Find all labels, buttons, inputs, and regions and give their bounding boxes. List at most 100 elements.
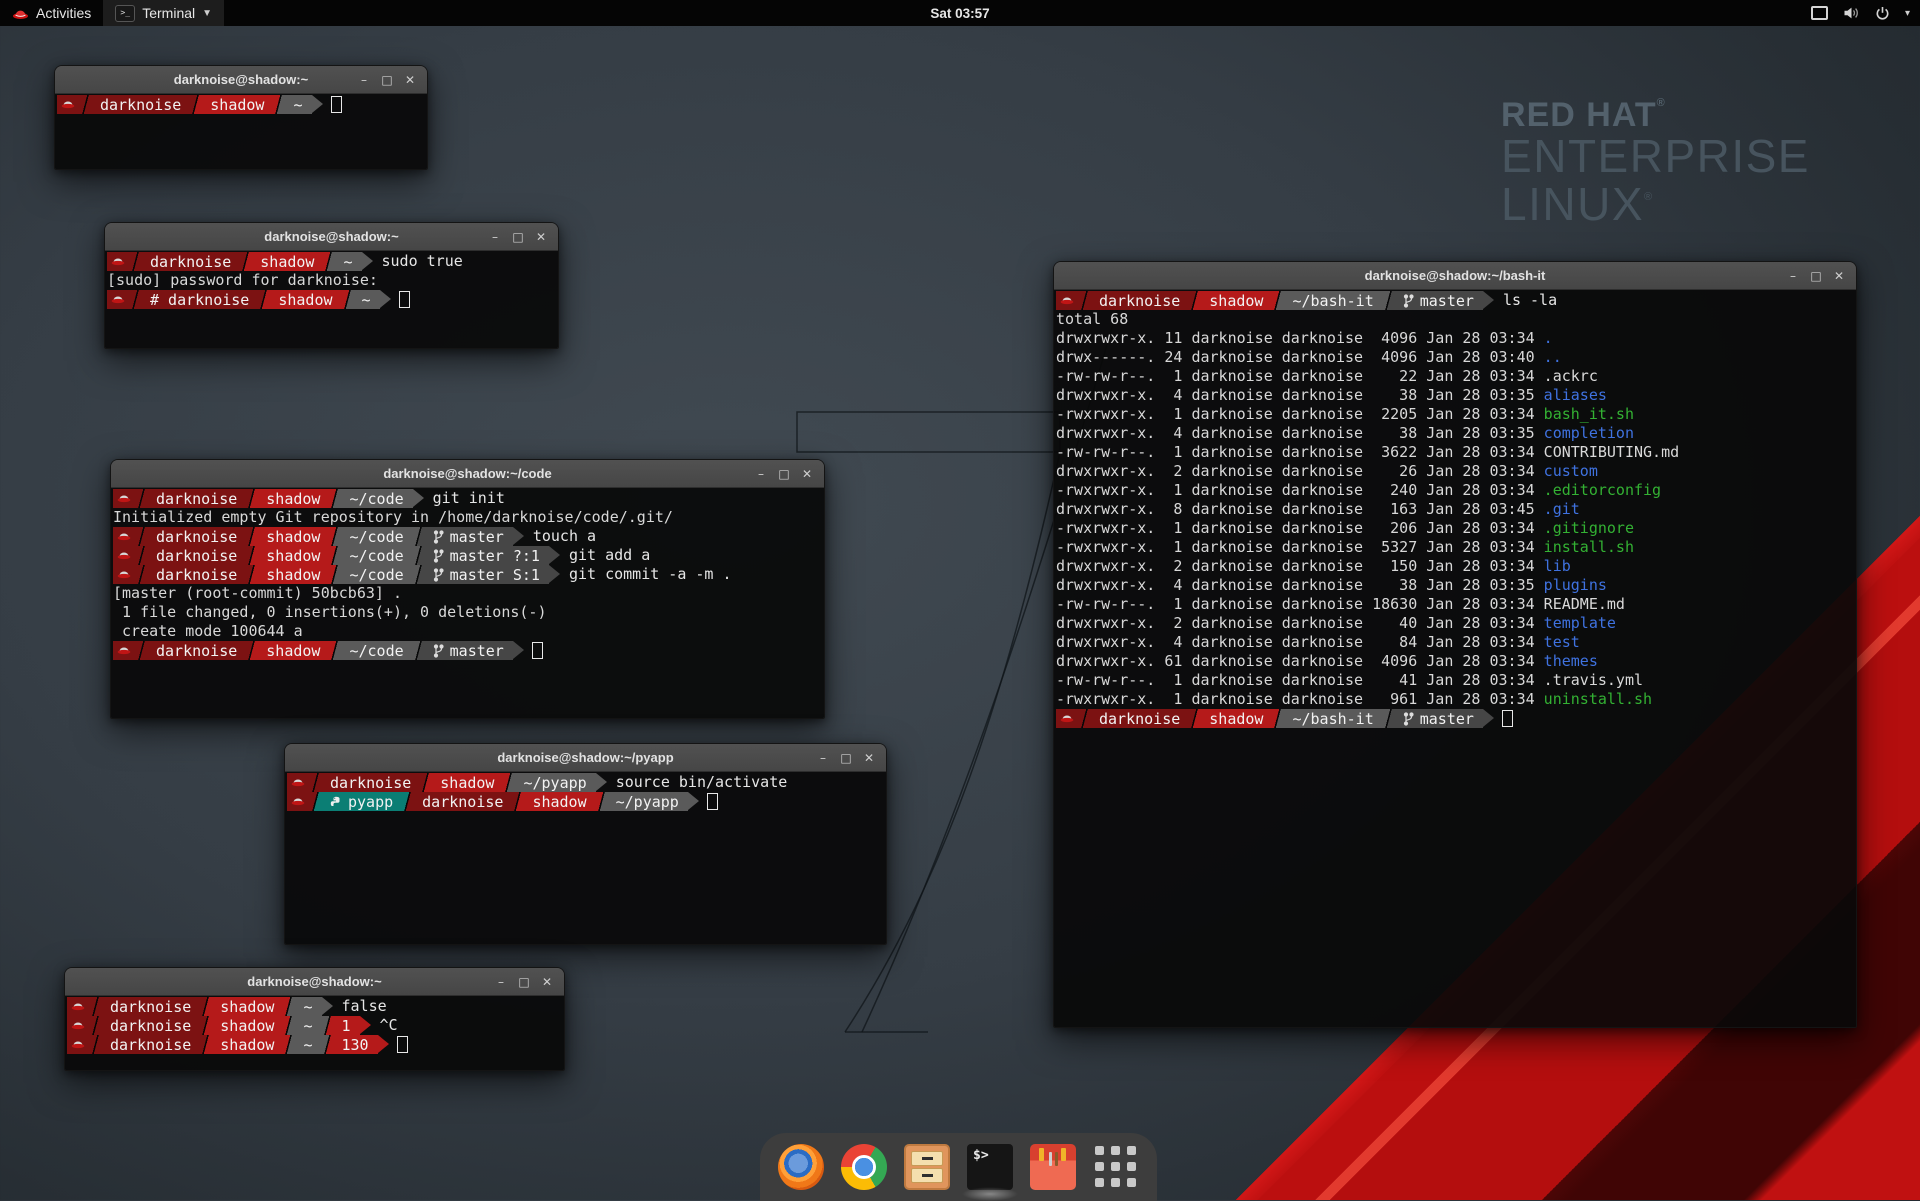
minimize-button[interactable]: – bbox=[1785, 269, 1801, 283]
close-button[interactable]: ✕ bbox=[539, 975, 555, 989]
maximize-button[interactable]: □ bbox=[1808, 269, 1824, 283]
git-branch-icon bbox=[1403, 712, 1414, 726]
prompt-arrow bbox=[688, 792, 699, 810]
minimize-button[interactable]: – bbox=[753, 467, 769, 481]
close-button[interactable]: ✕ bbox=[1831, 269, 1847, 283]
dock-files-icon[interactable] bbox=[904, 1144, 950, 1190]
terminal-prompt-line: darknoiseshadow~1^C bbox=[67, 1016, 562, 1035]
titlebar[interactable]: darknoise@shadow:~/code–□✕ bbox=[111, 460, 824, 488]
terminal-output-line: drwxrwxr-x. 4 darknoise darknoise 38 Jan… bbox=[1056, 386, 1854, 405]
power-icon[interactable] bbox=[1875, 6, 1890, 21]
segment-separator bbox=[323, 252, 334, 271]
python-venv-icon bbox=[330, 796, 342, 808]
segment-separator bbox=[329, 641, 340, 660]
dock-firefox-icon[interactable] bbox=[778, 1144, 824, 1190]
system-menu-chevron-icon[interactable]: ▾ bbox=[1905, 8, 1910, 19]
prompt-segment: shadow bbox=[211, 997, 283, 1016]
minimize-button[interactable]: – bbox=[487, 230, 503, 244]
maximize-button[interactable]: □ bbox=[516, 975, 532, 989]
dock-toolbox-icon[interactable] bbox=[1030, 1144, 1076, 1190]
prompt-segment: master bbox=[424, 527, 513, 546]
redhat-prompt-icon bbox=[113, 489, 136, 508]
activities-button[interactable]: Activities bbox=[0, 0, 103, 26]
prompt-segment: shadow bbox=[257, 489, 329, 508]
dock-chrome-icon[interactable] bbox=[841, 1144, 887, 1190]
prompt-segment: 130 bbox=[333, 1035, 378, 1054]
terminal-body[interactable]: darknoiseshadow~/codegit initInitialized… bbox=[111, 488, 824, 719]
running-indicator bbox=[962, 1187, 1018, 1201]
volume-icon[interactable] bbox=[1843, 6, 1860, 20]
terminal-bash-it[interactable]: darknoise@shadow:~/bash-it–□✕darknoisesh… bbox=[1053, 261, 1857, 1028]
terminal-output-line: -rwxrwxr-x. 1 darknoise darknoise 961 Ja… bbox=[1056, 690, 1854, 709]
window-buttons: –□ ✕ bbox=[1785, 269, 1856, 283]
titlebar[interactable]: darknoise@shadow:~/pyapp–□✕ bbox=[285, 744, 886, 772]
prompt-segment: shadow bbox=[269, 290, 341, 309]
terminal-prompt-line: darknoiseshadow~sudo true bbox=[107, 252, 556, 271]
maximize-button[interactable]: □ bbox=[776, 467, 792, 481]
terminal-exit-codes[interactable]: darknoise@shadow:~–□✕darknoiseshadow~fal… bbox=[64, 967, 565, 1071]
prompt-segment: master bbox=[424, 641, 513, 660]
terminal-body[interactable]: darknoiseshadow~ bbox=[55, 94, 427, 170]
terminal-cursor bbox=[397, 1036, 408, 1053]
titlebar[interactable]: darknoise@shadow:~–□✕ bbox=[65, 968, 564, 996]
segment-separator bbox=[329, 489, 340, 508]
terminal-prompt-line: darknoiseshadow~/codemaster bbox=[113, 641, 822, 660]
dock-app-grid-icon[interactable] bbox=[1093, 1144, 1139, 1190]
prompt-segment: shadow bbox=[257, 641, 329, 660]
terminal-output-line: drwxrwxr-x. 11 darknoise darknoise 4096 … bbox=[1056, 329, 1854, 348]
terminal-output-line: total 68 bbox=[1056, 310, 1854, 329]
prompt-segment: darknoise bbox=[147, 489, 246, 508]
segment-separator bbox=[512, 792, 523, 811]
terminal-code-git[interactable]: darknoise@shadow:~/code–□✕darknoiseshado… bbox=[110, 459, 825, 719]
prompt-segment: shadow bbox=[211, 1035, 283, 1054]
maximize-button[interactable]: □ bbox=[838, 751, 854, 765]
prompt-segment: # darknoise bbox=[141, 290, 258, 309]
segment-separator bbox=[136, 641, 147, 660]
redhat-prompt-icon bbox=[107, 290, 130, 309]
terminal-body[interactable]: darknoiseshadow~/pyappsource bin/activat… bbox=[285, 772, 886, 945]
close-button[interactable]: ✕ bbox=[799, 467, 815, 481]
prompt-segment: ~/bash-it bbox=[1283, 709, 1382, 728]
prompt-segment: darknoise bbox=[101, 1016, 200, 1035]
prompt-segment: shadow bbox=[431, 773, 503, 792]
segment-separator bbox=[130, 290, 141, 309]
display-icon[interactable] bbox=[1811, 6, 1828, 20]
prompt-segment: ~/code bbox=[340, 565, 412, 584]
top-bar: Activities Terminal ▼ Sat 03:57 ▾ bbox=[0, 0, 1920, 26]
close-button[interactable]: ✕ bbox=[533, 230, 549, 244]
titlebar[interactable]: darknoise@shadow:~–□✕ bbox=[55, 66, 427, 94]
segment-separator bbox=[90, 997, 101, 1016]
titlebar[interactable]: darknoise@shadow:~–□✕ bbox=[105, 223, 558, 251]
minimize-button[interactable]: – bbox=[493, 975, 509, 989]
command-text: false bbox=[342, 997, 387, 1016]
maximize-button[interactable]: □ bbox=[510, 230, 526, 244]
minimize-button[interactable]: – bbox=[815, 751, 831, 765]
close-button[interactable]: ✕ bbox=[861, 751, 877, 765]
terminal-home-small[interactable]: darknoise@shadow:~–□✕darknoiseshadow~ bbox=[54, 65, 428, 170]
terminal-body[interactable]: darknoiseshadow~sudo true[sudo] password… bbox=[105, 251, 558, 349]
app-menu-label: Terminal bbox=[142, 5, 195, 21]
prompt-segment: ~/code bbox=[340, 489, 412, 508]
terminal-output-line: drwx------. 24 darknoise darknoise 4096 … bbox=[1056, 348, 1854, 367]
terminal-pyapp[interactable]: darknoise@shadow:~/pyapp–□✕darknoiseshad… bbox=[284, 743, 887, 945]
segment-separator bbox=[90, 1035, 101, 1054]
segment-separator bbox=[136, 527, 147, 546]
close-button[interactable]: ✕ bbox=[402, 73, 418, 87]
terminal-sudo[interactable]: darknoise@shadow:~–□✕darknoiseshadow~sud… bbox=[104, 222, 559, 349]
prompt-segment: 1 bbox=[333, 1016, 360, 1035]
prompt-segment: master S:1 bbox=[424, 565, 549, 584]
file-name: custom bbox=[1544, 462, 1598, 480]
terminal-output-line: [sudo] password for darknoise: bbox=[107, 271, 556, 290]
terminal-output-line: drwxrwxr-x. 2 darknoise darknoise 26 Jan… bbox=[1056, 462, 1854, 481]
app-menu-terminal[interactable]: Terminal ▼ bbox=[103, 0, 224, 26]
titlebar[interactable]: darknoise@shadow:~/bash-it–□✕ bbox=[1054, 262, 1856, 290]
terminal-body[interactable]: darknoiseshadow~falsedarknoiseshadow~1^C… bbox=[65, 996, 564, 1071]
prompt-segment: ~ bbox=[284, 95, 311, 114]
prompt-segment: shadow bbox=[1200, 291, 1272, 310]
prompt-arrow bbox=[312, 95, 323, 113]
minimize-button[interactable]: – bbox=[356, 73, 372, 87]
clock[interactable]: Sat 03:57 bbox=[930, 6, 989, 21]
terminal-body[interactable]: darknoiseshadow~/bash-itmasterls -latota… bbox=[1054, 290, 1856, 1028]
maximize-button[interactable]: □ bbox=[379, 73, 395, 87]
dock-terminal-icon[interactable] bbox=[967, 1144, 1013, 1190]
